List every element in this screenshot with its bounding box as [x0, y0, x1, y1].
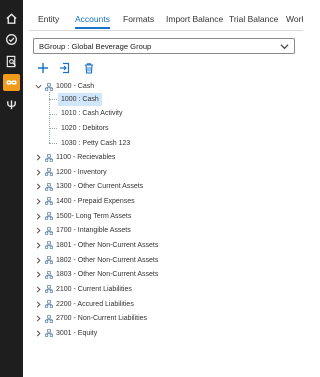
tree-node-label: 1000 - Cash: [56, 83, 95, 90]
account-tree-icon: [45, 285, 53, 294]
tree-leaf-1010[interactable]: 1010 : Cash Activity: [58, 107, 238, 120]
caret-right-icon[interactable]: [35, 154, 42, 161]
tree-node-label: 2100 - Current Liabilities: [56, 285, 132, 293]
tree-node[interactable]: 2700 - Non-Current Liabilities: [35, 312, 265, 325]
tree-node-label: 1500- Long Term Assets: [56, 212, 132, 220]
tree-node[interactable]: 1803 - Other Non-Current Assets: [35, 268, 265, 281]
account-tree-icon: [45, 241, 53, 250]
caret-right-icon[interactable]: [35, 257, 42, 264]
tree-node-label: 2700 - Non-Current Liabilities: [56, 315, 148, 323]
account-tree-icon: [45, 227, 53, 235]
check-circle-icon[interactable]: [3, 31, 20, 48]
tree-node-label: 3001 - Equity: [56, 329, 98, 337]
tree-leaf-1030[interactable]: 1030 : Petty Cash 123: [58, 137, 238, 150]
group-select-value: BGroup : Global Beverage Group: [39, 42, 152, 51]
tree-node-label: 1200 - Inventory: [56, 168, 107, 176]
tab-work[interactable]: Work: [286, 8, 303, 29]
tree-leaf-label: 1020 : Debitors: [61, 125, 109, 132]
account-tree-icon: [45, 183, 53, 191]
caret-right-icon[interactable]: [35, 301, 42, 308]
account-tree-icon: [45, 314, 53, 323]
tree-node-label: 2200 - Accured Liabilities: [56, 300, 134, 308]
tab-trial-balance[interactable]: Trial Balance: [229, 8, 278, 29]
tree-node[interactable]: 1400 - Prepaid Expenses: [35, 195, 265, 208]
group-select[interactable]: BGroup : Global Beverage Group: [33, 38, 295, 54]
caret-right-icon[interactable]: [35, 183, 42, 190]
account-tree-icon: [45, 168, 53, 176]
caret-right-icon[interactable]: [35, 213, 42, 220]
tree-node-label: 1802 - Other Non-Current Assets: [56, 256, 159, 264]
tree-leaf-label: 1030 : Petty Cash 123: [61, 140, 131, 147]
tab-accounts[interactable]: Accounts: [75, 8, 110, 29]
tree-connector: [49, 128, 57, 129]
document-search-icon[interactable]: [3, 53, 20, 70]
tree-node[interactable]: 2200 - Accured Liabilities: [35, 298, 265, 311]
caret-down-icon[interactable]: [35, 83, 42, 90]
tree-node[interactable]: 1802 - Other Non-Current Assets: [35, 254, 265, 267]
psi-icon[interactable]: [3, 96, 20, 113]
tree-node-label: 1803 - Other Non-Current Assets: [56, 271, 159, 279]
tree-node[interactable]: 1100 - Recievables: [35, 151, 265, 164]
tree-connector: [49, 99, 57, 100]
account-tree-icon: [45, 82, 53, 91]
account-tree-icon: [45, 197, 53, 206]
caret-right-icon[interactable]: [35, 330, 42, 337]
account-tree-icon: [45, 256, 53, 264]
left-nav-rail: [0, 0, 23, 377]
tab-entity[interactable]: Entity: [38, 8, 59, 29]
tree-node-label: 1100 - Recievables: [56, 154, 116, 161]
account-tree-icon: [45, 153, 53, 162]
account-tree-icon: [45, 270, 53, 279]
tab-formats[interactable]: Formats: [123, 8, 154, 29]
chevron-down-icon: [280, 44, 289, 50]
tree-connector: [49, 114, 57, 115]
tree-leaf-1000-cash[interactable]: 1000 : Cash: [58, 93, 238, 106]
tree-node-label: 1400 - Prepaid Expenses: [56, 197, 135, 205]
caret-right-icon[interactable]: [35, 271, 42, 278]
caret-right-icon[interactable]: [35, 286, 42, 293]
tree-node[interactable]: 3001 - Equity: [35, 327, 265, 340]
tree-leaf-label: 1000 : Cash: [58, 93, 102, 106]
caret-right-icon[interactable]: [35, 198, 42, 205]
tree-node-label: 1700 - Intangible Assets: [56, 227, 131, 235]
account-tree-icon: [45, 300, 53, 308]
account-tree-icon: [45, 212, 53, 220]
caret-right-icon[interactable]: [35, 242, 42, 249]
tree-node[interactable]: 2100 - Current Liabilities: [35, 283, 265, 296]
tree-node-label: 1801 - Other Non-Current Assets: [56, 241, 159, 249]
home-icon[interactable]: [3, 10, 20, 27]
tree-node[interactable]: 1300 - Other Current Assets: [35, 180, 265, 193]
tree-connector: [49, 143, 57, 144]
tree-node[interactable]: 1801 - Other Non-Current Assets: [35, 239, 265, 252]
tab-bar: Entity Accounts Formats Import Balance T…: [29, 8, 303, 31]
caret-right-icon[interactable]: [35, 169, 42, 176]
account-tree-icon: [45, 329, 53, 338]
trash-icon[interactable]: [83, 62, 95, 74]
import-file-icon[interactable]: [59, 62, 71, 74]
tab-import-balance[interactable]: Import Balance: [166, 8, 223, 29]
add-icon[interactable]: [37, 62, 49, 74]
tree-leaf-label: 1010 : Cash Activity: [61, 110, 123, 117]
caret-right-icon[interactable]: [35, 227, 42, 234]
tree-node[interactable]: 1700 - Intangible Assets: [35, 224, 265, 237]
caret-right-icon[interactable]: [35, 315, 42, 322]
tree-node[interactable]: 1500- Long Term Assets: [35, 210, 265, 223]
infinity-icon[interactable]: [3, 74, 20, 91]
tree-node[interactable]: 1200 - Inventory: [35, 166, 265, 179]
tree-leaf-1020[interactable]: 1020 : Debitors: [58, 122, 238, 135]
tree-node-1000[interactable]: 1000 - Cash: [35, 80, 235, 93]
tree-node-label: 1300 - Other Current Assets: [56, 183, 144, 191]
